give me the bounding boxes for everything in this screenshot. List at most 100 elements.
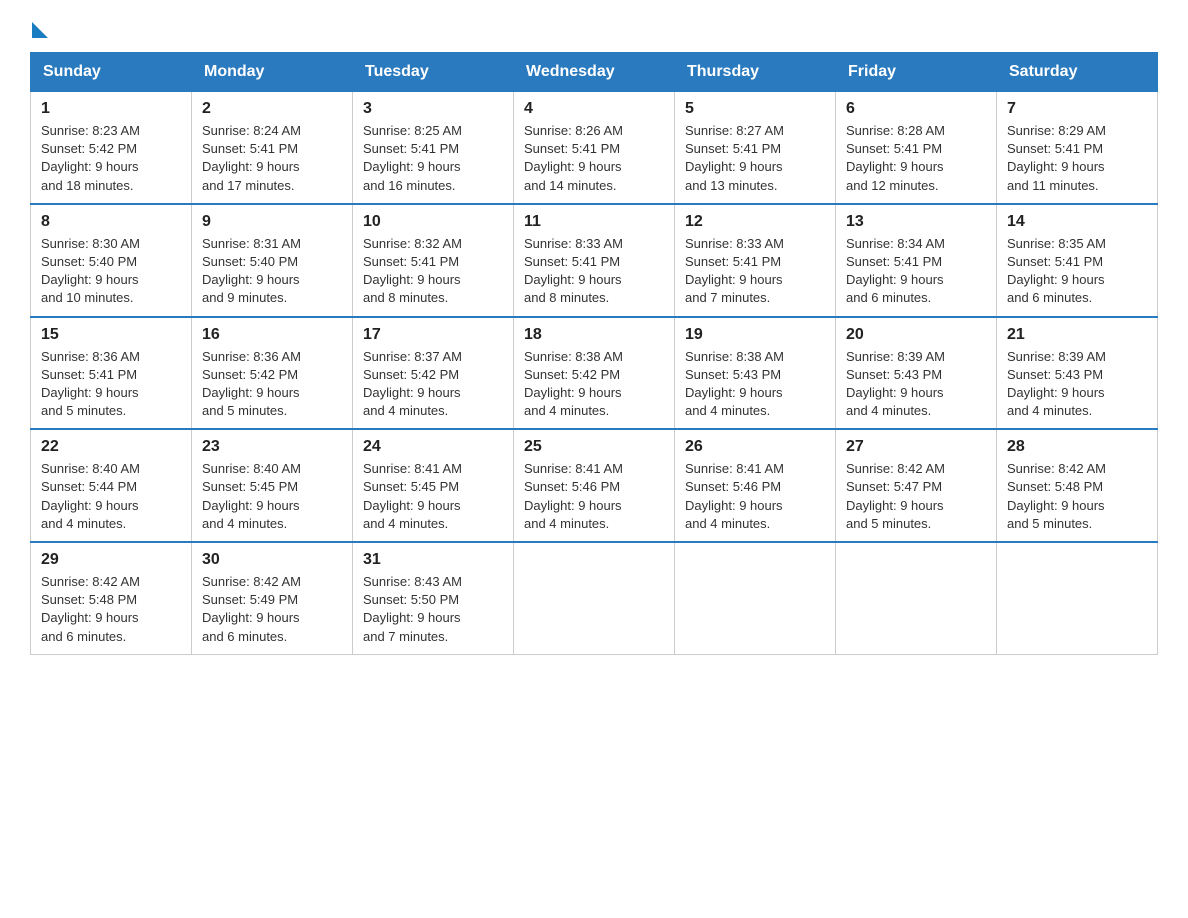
day-number: 23 bbox=[202, 438, 342, 456]
calendar-cell: 18 Sunrise: 8:38 AMSunset: 5:42 PMDaylig… bbox=[514, 317, 675, 430]
day-info: Sunrise: 8:41 AMSunset: 5:45 PMDaylight:… bbox=[363, 461, 462, 531]
day-info: Sunrise: 8:28 AMSunset: 5:41 PMDaylight:… bbox=[846, 123, 945, 193]
day-number: 22 bbox=[41, 438, 181, 456]
day-info: Sunrise: 8:25 AMSunset: 5:41 PMDaylight:… bbox=[363, 123, 462, 193]
calendar-week-2: 8 Sunrise: 8:30 AMSunset: 5:40 PMDayligh… bbox=[31, 204, 1158, 317]
col-header-tuesday: Tuesday bbox=[353, 53, 514, 92]
col-header-thursday: Thursday bbox=[675, 53, 836, 92]
day-number: 24 bbox=[363, 438, 503, 456]
day-info: Sunrise: 8:27 AMSunset: 5:41 PMDaylight:… bbox=[685, 123, 784, 193]
calendar-cell: 24 Sunrise: 8:41 AMSunset: 5:45 PMDaylig… bbox=[353, 429, 514, 542]
calendar-cell: 16 Sunrise: 8:36 AMSunset: 5:42 PMDaylig… bbox=[192, 317, 353, 430]
day-info: Sunrise: 8:36 AMSunset: 5:41 PMDaylight:… bbox=[41, 349, 140, 419]
logo-arrow-icon bbox=[32, 22, 48, 38]
calendar-cell: 21 Sunrise: 8:39 AMSunset: 5:43 PMDaylig… bbox=[997, 317, 1158, 430]
col-header-sunday: Sunday bbox=[31, 53, 192, 92]
day-info: Sunrise: 8:42 AMSunset: 5:49 PMDaylight:… bbox=[202, 574, 301, 644]
col-header-saturday: Saturday bbox=[997, 53, 1158, 92]
day-number: 11 bbox=[524, 213, 664, 231]
calendar-cell: 20 Sunrise: 8:39 AMSunset: 5:43 PMDaylig… bbox=[836, 317, 997, 430]
calendar-cell bbox=[836, 542, 997, 654]
calendar-cell: 4 Sunrise: 8:26 AMSunset: 5:41 PMDayligh… bbox=[514, 92, 675, 204]
calendar-cell: 25 Sunrise: 8:41 AMSunset: 5:46 PMDaylig… bbox=[514, 429, 675, 542]
day-info: Sunrise: 8:39 AMSunset: 5:43 PMDaylight:… bbox=[1007, 349, 1106, 419]
calendar-cell: 11 Sunrise: 8:33 AMSunset: 5:41 PMDaylig… bbox=[514, 204, 675, 317]
calendar-cell: 14 Sunrise: 8:35 AMSunset: 5:41 PMDaylig… bbox=[997, 204, 1158, 317]
day-number: 15 bbox=[41, 326, 181, 344]
day-number: 12 bbox=[685, 213, 825, 231]
day-number: 16 bbox=[202, 326, 342, 344]
calendar-cell: 7 Sunrise: 8:29 AMSunset: 5:41 PMDayligh… bbox=[997, 92, 1158, 204]
day-info: Sunrise: 8:43 AMSunset: 5:50 PMDaylight:… bbox=[363, 574, 462, 644]
calendar-week-4: 22 Sunrise: 8:40 AMSunset: 5:44 PMDaylig… bbox=[31, 429, 1158, 542]
day-info: Sunrise: 8:38 AMSunset: 5:42 PMDaylight:… bbox=[524, 349, 623, 419]
calendar-cell: 13 Sunrise: 8:34 AMSunset: 5:41 PMDaylig… bbox=[836, 204, 997, 317]
day-number: 27 bbox=[846, 438, 986, 456]
calendar-week-3: 15 Sunrise: 8:36 AMSunset: 5:41 PMDaylig… bbox=[31, 317, 1158, 430]
day-info: Sunrise: 8:34 AMSunset: 5:41 PMDaylight:… bbox=[846, 236, 945, 306]
page-header bbox=[30, 20, 1158, 36]
calendar-cell: 9 Sunrise: 8:31 AMSunset: 5:40 PMDayligh… bbox=[192, 204, 353, 317]
day-info: Sunrise: 8:31 AMSunset: 5:40 PMDaylight:… bbox=[202, 236, 301, 306]
day-number: 8 bbox=[41, 213, 181, 231]
calendar-cell: 19 Sunrise: 8:38 AMSunset: 5:43 PMDaylig… bbox=[675, 317, 836, 430]
col-header-monday: Monday bbox=[192, 53, 353, 92]
calendar-cell: 22 Sunrise: 8:40 AMSunset: 5:44 PMDaylig… bbox=[31, 429, 192, 542]
calendar-cell: 6 Sunrise: 8:28 AMSunset: 5:41 PMDayligh… bbox=[836, 92, 997, 204]
day-info: Sunrise: 8:40 AMSunset: 5:45 PMDaylight:… bbox=[202, 461, 301, 531]
calendar-cell: 30 Sunrise: 8:42 AMSunset: 5:49 PMDaylig… bbox=[192, 542, 353, 654]
day-info: Sunrise: 8:39 AMSunset: 5:43 PMDaylight:… bbox=[846, 349, 945, 419]
day-info: Sunrise: 8:41 AMSunset: 5:46 PMDaylight:… bbox=[524, 461, 623, 531]
day-info: Sunrise: 8:23 AMSunset: 5:42 PMDaylight:… bbox=[41, 123, 140, 193]
day-number: 17 bbox=[363, 326, 503, 344]
day-number: 1 bbox=[41, 100, 181, 118]
calendar-cell: 31 Sunrise: 8:43 AMSunset: 5:50 PMDaylig… bbox=[353, 542, 514, 654]
day-info: Sunrise: 8:26 AMSunset: 5:41 PMDaylight:… bbox=[524, 123, 623, 193]
logo bbox=[30, 20, 48, 36]
col-header-wednesday: Wednesday bbox=[514, 53, 675, 92]
day-info: Sunrise: 8:42 AMSunset: 5:48 PMDaylight:… bbox=[1007, 461, 1106, 531]
calendar-cell bbox=[997, 542, 1158, 654]
calendar-table: SundayMondayTuesdayWednesdayThursdayFrid… bbox=[30, 52, 1158, 655]
day-number: 9 bbox=[202, 213, 342, 231]
day-number: 30 bbox=[202, 551, 342, 569]
day-info: Sunrise: 8:32 AMSunset: 5:41 PMDaylight:… bbox=[363, 236, 462, 306]
calendar-cell: 2 Sunrise: 8:24 AMSunset: 5:41 PMDayligh… bbox=[192, 92, 353, 204]
day-info: Sunrise: 8:29 AMSunset: 5:41 PMDaylight:… bbox=[1007, 123, 1106, 193]
day-number: 10 bbox=[363, 213, 503, 231]
calendar-week-1: 1 Sunrise: 8:23 AMSunset: 5:42 PMDayligh… bbox=[31, 92, 1158, 204]
calendar-cell: 3 Sunrise: 8:25 AMSunset: 5:41 PMDayligh… bbox=[353, 92, 514, 204]
day-info: Sunrise: 8:33 AMSunset: 5:41 PMDaylight:… bbox=[524, 236, 623, 306]
day-info: Sunrise: 8:38 AMSunset: 5:43 PMDaylight:… bbox=[685, 349, 784, 419]
day-number: 7 bbox=[1007, 100, 1147, 118]
calendar-cell: 5 Sunrise: 8:27 AMSunset: 5:41 PMDayligh… bbox=[675, 92, 836, 204]
day-number: 20 bbox=[846, 326, 986, 344]
calendar-cell bbox=[514, 542, 675, 654]
col-header-friday: Friday bbox=[836, 53, 997, 92]
day-info: Sunrise: 8:36 AMSunset: 5:42 PMDaylight:… bbox=[202, 349, 301, 419]
calendar-cell: 26 Sunrise: 8:41 AMSunset: 5:46 PMDaylig… bbox=[675, 429, 836, 542]
calendar-cell: 29 Sunrise: 8:42 AMSunset: 5:48 PMDaylig… bbox=[31, 542, 192, 654]
calendar-cell: 15 Sunrise: 8:36 AMSunset: 5:41 PMDaylig… bbox=[31, 317, 192, 430]
day-info: Sunrise: 8:42 AMSunset: 5:48 PMDaylight:… bbox=[41, 574, 140, 644]
day-number: 5 bbox=[685, 100, 825, 118]
calendar-cell: 17 Sunrise: 8:37 AMSunset: 5:42 PMDaylig… bbox=[353, 317, 514, 430]
day-number: 14 bbox=[1007, 213, 1147, 231]
day-info: Sunrise: 8:30 AMSunset: 5:40 PMDaylight:… bbox=[41, 236, 140, 306]
calendar-cell: 12 Sunrise: 8:33 AMSunset: 5:41 PMDaylig… bbox=[675, 204, 836, 317]
day-number: 13 bbox=[846, 213, 986, 231]
day-number: 25 bbox=[524, 438, 664, 456]
calendar-week-5: 29 Sunrise: 8:42 AMSunset: 5:48 PMDaylig… bbox=[31, 542, 1158, 654]
day-number: 21 bbox=[1007, 326, 1147, 344]
day-info: Sunrise: 8:35 AMSunset: 5:41 PMDaylight:… bbox=[1007, 236, 1106, 306]
day-number: 4 bbox=[524, 100, 664, 118]
calendar-cell: 8 Sunrise: 8:30 AMSunset: 5:40 PMDayligh… bbox=[31, 204, 192, 317]
calendar-cell: 27 Sunrise: 8:42 AMSunset: 5:47 PMDaylig… bbox=[836, 429, 997, 542]
calendar-cell: 1 Sunrise: 8:23 AMSunset: 5:42 PMDayligh… bbox=[31, 92, 192, 204]
calendar-cell: 23 Sunrise: 8:40 AMSunset: 5:45 PMDaylig… bbox=[192, 429, 353, 542]
day-info: Sunrise: 8:40 AMSunset: 5:44 PMDaylight:… bbox=[41, 461, 140, 531]
day-number: 29 bbox=[41, 551, 181, 569]
calendar-cell: 10 Sunrise: 8:32 AMSunset: 5:41 PMDaylig… bbox=[353, 204, 514, 317]
day-info: Sunrise: 8:37 AMSunset: 5:42 PMDaylight:… bbox=[363, 349, 462, 419]
calendar-cell bbox=[675, 542, 836, 654]
